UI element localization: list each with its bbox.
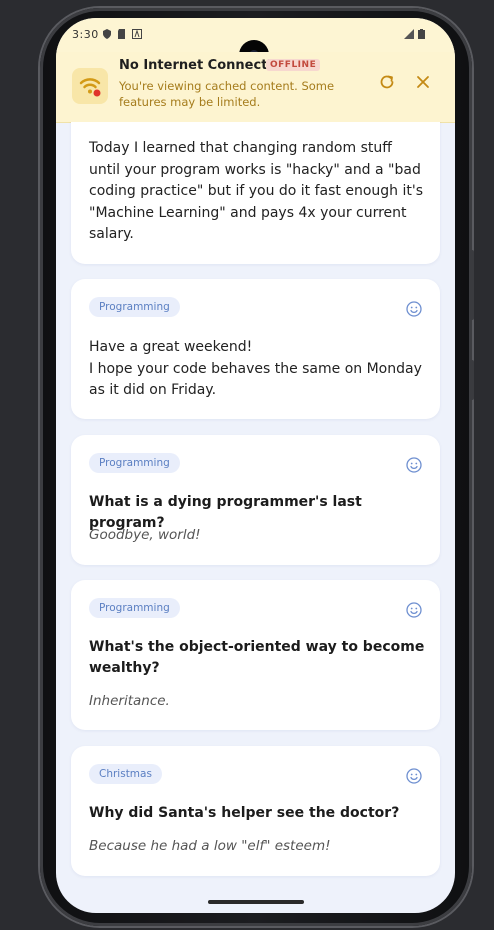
joke-answer: Inheritance. bbox=[89, 693, 170, 709]
banner-message: You're viewing cached content. Some feat… bbox=[119, 79, 335, 109]
smile-icon[interactable] bbox=[406, 602, 422, 618]
volume-button bbox=[470, 250, 474, 320]
joke-question: What's the object-oriented way to become… bbox=[89, 639, 425, 676]
joke-card[interactable]: Programming Have a great weekend! I hope… bbox=[71, 279, 440, 419]
wifi-off-icon bbox=[72, 68, 108, 104]
category-tag[interactable]: Programming bbox=[89, 453, 180, 473]
sd-card-icon bbox=[118, 29, 125, 39]
battery-icon bbox=[418, 29, 425, 39]
joke-text: Have a great weekend! I hope your code b… bbox=[89, 339, 422, 398]
offline-badge: OFFLINE bbox=[266, 59, 321, 71]
signal-icon bbox=[404, 29, 414, 39]
status-time: 3:30 bbox=[72, 28, 99, 41]
offline-banner: No Internet Connection OFFLINE You're vi… bbox=[56, 52, 455, 123]
close-icon[interactable] bbox=[413, 72, 433, 92]
joke-card[interactable]: Programming What is a dying programmer's… bbox=[71, 435, 440, 565]
joke-text: Today I learned that changing random stu… bbox=[89, 140, 424, 242]
power-button bbox=[470, 360, 474, 400]
joke-list[interactable]: Today I learned that changing random stu… bbox=[56, 122, 455, 913]
joke-answer: Because he had a low "elf" esteem! bbox=[89, 838, 331, 854]
category-tag[interactable]: Christmas bbox=[89, 764, 162, 784]
joke-card[interactable]: Programming What's the object-oriented w… bbox=[71, 580, 440, 730]
screen: 3:30 No Internet Connection OFFLINE You'… bbox=[56, 18, 455, 913]
shield-icon bbox=[103, 29, 111, 39]
joke-question: Why did Santa's helper see the doctor? bbox=[89, 805, 400, 821]
joke-card[interactable]: Today I learned that changing random stu… bbox=[71, 122, 440, 264]
joke-card[interactable]: Christmas Why did Santa's helper see the… bbox=[71, 746, 440, 876]
reload-icon[interactable] bbox=[377, 72, 397, 92]
banner-title: No Internet Connection bbox=[119, 58, 291, 73]
home-indicator[interactable] bbox=[208, 900, 304, 904]
notification-icon bbox=[132, 29, 142, 39]
joke-answer: Goodbye, world! bbox=[89, 527, 201, 543]
category-tag[interactable]: Programming bbox=[89, 297, 180, 317]
smile-icon[interactable] bbox=[406, 301, 422, 317]
smile-icon[interactable] bbox=[406, 768, 422, 784]
smile-icon[interactable] bbox=[406, 457, 422, 473]
category-tag[interactable]: Programming bbox=[89, 598, 180, 618]
